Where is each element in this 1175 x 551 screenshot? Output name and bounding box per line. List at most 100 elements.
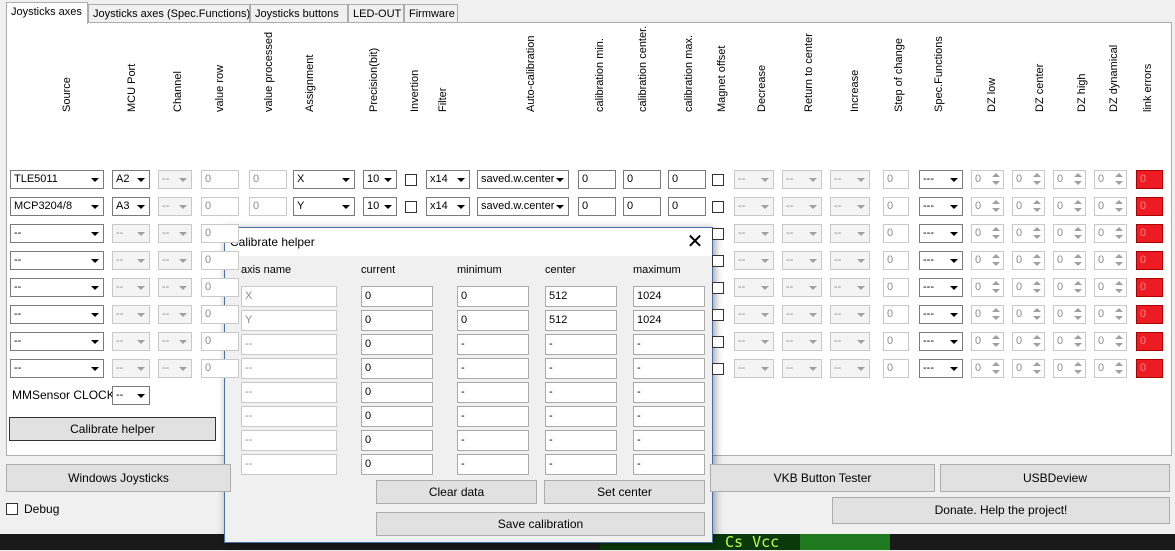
value-processed-field[interactable]: 0: [249, 170, 287, 189]
spin-up-icon[interactable]: [1072, 307, 1084, 314]
spin-up-icon[interactable]: [990, 253, 1002, 260]
decrease-select[interactable]: --: [734, 359, 774, 378]
close-icon[interactable]: ✕: [684, 231, 706, 253]
dz-high-spinner[interactable]: 0: [1053, 305, 1086, 324]
spin-down-icon[interactable]: [990, 369, 1002, 376]
spin-up-icon[interactable]: [1113, 172, 1125, 179]
dz-dynamical-spinner[interactable]: 0: [1094, 170, 1127, 189]
decrease-select[interactable]: --: [734, 224, 774, 243]
return-to-center-select[interactable]: --: [782, 197, 822, 216]
return-to-center-select[interactable]: --: [782, 359, 822, 378]
source-select[interactable]: --: [10, 278, 104, 297]
maximum-field[interactable]: -: [633, 430, 705, 451]
dz-high-spinner[interactable]: 0: [1053, 332, 1086, 351]
spec-functions-select[interactable]: ---: [919, 197, 963, 216]
spin-down-icon[interactable]: [1072, 288, 1084, 295]
source-select[interactable]: --: [10, 224, 104, 243]
current-field[interactable]: 0: [361, 406, 433, 427]
step-of-change-field[interactable]: 0: [883, 278, 909, 297]
mmsensor-clock-select[interactable]: --: [112, 386, 150, 405]
maximum-field[interactable]: -: [633, 382, 705, 403]
mcu-port-select[interactable]: --: [112, 332, 150, 351]
spin-up-icon[interactable]: [1072, 334, 1084, 341]
dz-dynamical-spinner[interactable]: 0: [1094, 278, 1127, 297]
source-select[interactable]: TLE5011: [10, 170, 104, 189]
filter-select[interactable]: x14: [426, 170, 470, 189]
current-field[interactable]: 0: [361, 382, 433, 403]
return-to-center-select[interactable]: --: [782, 332, 822, 351]
channel-select[interactable]: --: [158, 170, 192, 189]
invertion-checkbox[interactable]: [405, 174, 417, 186]
dz-low-spinner[interactable]: 0: [971, 332, 1004, 351]
minimum-field[interactable]: 0: [457, 286, 529, 307]
dz-center-spinner[interactable]: 0: [1012, 251, 1045, 270]
dz-dynamical-spinner[interactable]: 0: [1094, 224, 1127, 243]
spin-down-icon[interactable]: [1113, 234, 1125, 241]
increase-select[interactable]: --: [830, 224, 870, 243]
source-select[interactable]: --: [10, 359, 104, 378]
decrease-select[interactable]: --: [734, 278, 774, 297]
channel-select[interactable]: --: [158, 332, 192, 351]
decrease-select[interactable]: --: [734, 305, 774, 324]
filter-select[interactable]: x14: [426, 197, 470, 216]
maximum-field[interactable]: -: [633, 358, 705, 379]
source-select[interactable]: --: [10, 251, 104, 270]
spin-up-icon[interactable]: [1031, 172, 1043, 179]
spin-down-icon[interactable]: [990, 342, 1002, 349]
calibration-min-field[interactable]: 0: [578, 170, 616, 189]
spec-functions-select[interactable]: ---: [919, 278, 963, 297]
channel-select[interactable]: --: [158, 278, 192, 297]
spin-up-icon[interactable]: [1113, 361, 1125, 368]
spin-up-icon[interactable]: [1031, 253, 1043, 260]
decrease-select[interactable]: --: [734, 170, 774, 189]
spin-down-icon[interactable]: [1031, 288, 1043, 295]
center-field[interactable]: -: [545, 334, 617, 355]
spin-down-icon[interactable]: [990, 288, 1002, 295]
mcu-port-select[interactable]: A3: [112, 197, 150, 216]
channel-select[interactable]: --: [158, 251, 192, 270]
spec-functions-select[interactable]: ---: [919, 251, 963, 270]
value-processed-field[interactable]: 0: [249, 197, 287, 216]
spin-down-icon[interactable]: [1113, 288, 1125, 295]
channel-select[interactable]: --: [158, 197, 192, 216]
spin-up-icon[interactable]: [1072, 280, 1084, 287]
current-field[interactable]: 0: [361, 334, 433, 355]
spin-up-icon[interactable]: [990, 172, 1002, 179]
spin-up-icon[interactable]: [1113, 334, 1125, 341]
dz-dynamical-spinner[interactable]: 0: [1094, 359, 1127, 378]
auto-calibration-select[interactable]: saved.w.center: [477, 197, 569, 216]
assignment-select[interactable]: Y: [293, 197, 355, 216]
spin-down-icon[interactable]: [1031, 342, 1043, 349]
current-field[interactable]: 0: [361, 286, 433, 307]
current-field[interactable]: 0: [361, 454, 433, 475]
dz-low-spinner[interactable]: 0: [971, 278, 1004, 297]
spin-down-icon[interactable]: [1072, 234, 1084, 241]
spin-up-icon[interactable]: [990, 280, 1002, 287]
magnet-offset-checkbox[interactable]: [712, 174, 724, 186]
increase-select[interactable]: --: [830, 305, 870, 324]
spin-down-icon[interactable]: [1113, 369, 1125, 376]
dz-low-spinner[interactable]: 0: [971, 251, 1004, 270]
spin-up-icon[interactable]: [990, 199, 1002, 206]
decrease-select[interactable]: --: [734, 251, 774, 270]
current-field[interactable]: 0: [361, 358, 433, 379]
increase-select[interactable]: --: [830, 278, 870, 297]
dz-dynamical-spinner[interactable]: 0: [1094, 251, 1127, 270]
dz-center-spinner[interactable]: 0: [1012, 332, 1045, 351]
spin-up-icon[interactable]: [1072, 172, 1084, 179]
dz-center-spinner[interactable]: 0: [1012, 278, 1045, 297]
increase-select[interactable]: --: [830, 251, 870, 270]
maximum-field[interactable]: -: [633, 334, 705, 355]
vkb-button-tester-button[interactable]: VKB Button Tester: [710, 464, 935, 492]
dz-high-spinner[interactable]: 0: [1053, 197, 1086, 216]
minimum-field[interactable]: 0: [457, 310, 529, 331]
donate-button[interactable]: Donate. Help the project!: [832, 497, 1170, 524]
spin-down-icon[interactable]: [1072, 207, 1084, 214]
spin-up-icon[interactable]: [990, 361, 1002, 368]
minimum-field[interactable]: -: [457, 382, 529, 403]
spin-up-icon[interactable]: [1072, 361, 1084, 368]
dz-center-spinner[interactable]: 0: [1012, 170, 1045, 189]
dz-low-spinner[interactable]: 0: [971, 305, 1004, 324]
magnet-offset-checkbox[interactable]: [712, 228, 724, 240]
dz-center-spinner[interactable]: 0: [1012, 359, 1045, 378]
